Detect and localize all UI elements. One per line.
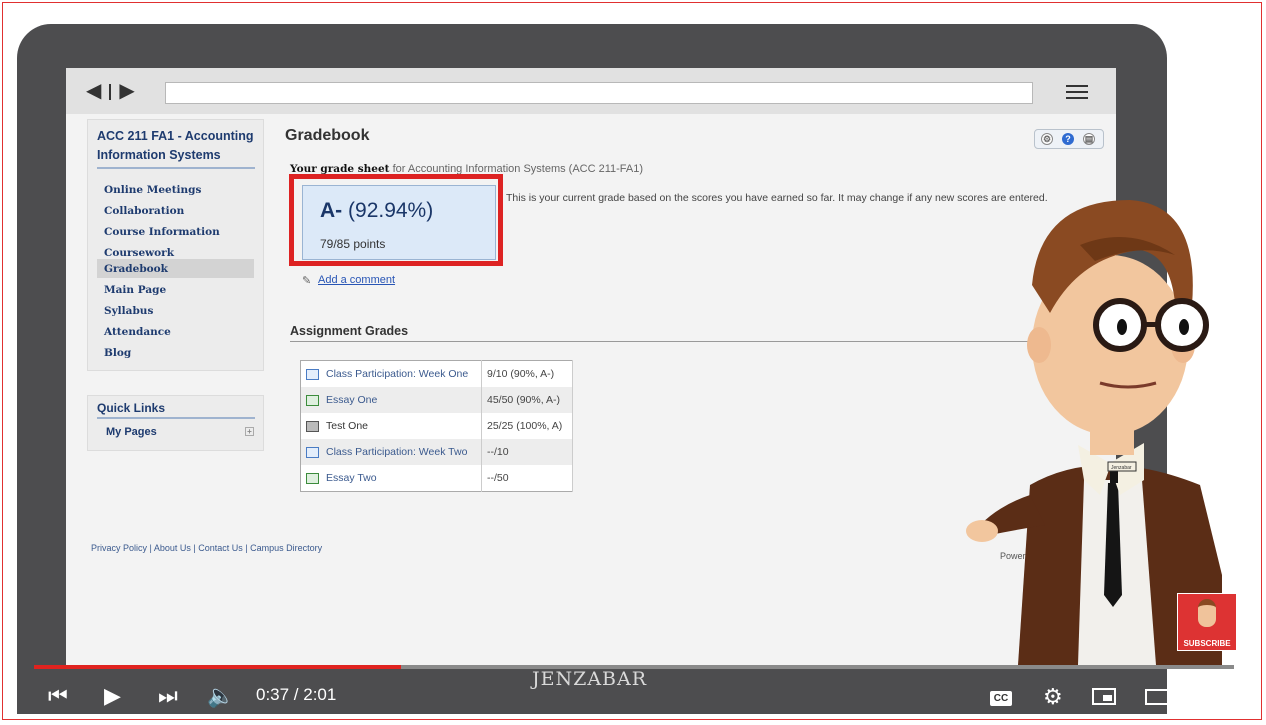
sidebar-item-syllabus[interactable]: Syllabus xyxy=(97,301,254,320)
settings-gear-icon[interactable]: ⚙ xyxy=(1043,684,1063,710)
assignment-score: --/50 xyxy=(481,465,573,492)
gear-icon[interactable]: ⚙ xyxy=(1041,133,1053,145)
captions-icon[interactable]: CC xyxy=(990,691,1012,706)
table-row[interactable]: Test One 25/25 (100%, A) xyxy=(300,413,573,439)
assignment-name[interactable]: Class Participation: Week One xyxy=(326,368,468,380)
quick-link-label[interactable]: My Pages xyxy=(106,426,157,438)
sidebar-item-coursework[interactable]: Coursework xyxy=(97,243,254,259)
assignment-score: --/10 xyxy=(481,439,573,465)
browser-nav: ◀ ▶ xyxy=(86,81,135,101)
theater-mode-icon[interactable] xyxy=(1145,689,1171,705)
document-icon xyxy=(306,472,319,484)
browser-toolbar: ◀ ▶ xyxy=(66,68,1116,114)
quick-link-my-pages[interactable]: My Pages + xyxy=(106,426,254,438)
assignment-name-cell[interactable]: Essay Two xyxy=(300,465,482,492)
table-row[interactable]: Class Participation: Week One 9/10 (90%,… xyxy=(300,360,573,387)
assignment-name[interactable]: Class Participation: Week Two xyxy=(326,446,467,458)
play-icon[interactable]: ▶ xyxy=(104,684,121,708)
assignment-name-cell[interactable]: Class Participation: Week Two xyxy=(300,439,482,465)
add-comment-link[interactable]: Add a comment xyxy=(318,274,395,286)
print-icon[interactable]: ▤ xyxy=(1083,133,1095,145)
previous-icon[interactable]: ⏮ xyxy=(48,684,68,708)
assignment-name[interactable]: Test One xyxy=(326,420,368,432)
quick-links-title: Quick Links xyxy=(97,401,255,419)
expand-icon[interactable]: + xyxy=(245,427,254,436)
assignment-grades-title: Assignment Grades xyxy=(290,324,409,338)
help-icon[interactable]: ? xyxy=(1062,133,1074,145)
sidebar-item-gradebook[interactable]: Gradebook xyxy=(97,259,254,278)
miniplayer-icon[interactable] xyxy=(1092,688,1116,705)
page-title: Gradebook xyxy=(285,127,370,144)
assignment-score: 45/50 (90%, A-) xyxy=(481,387,573,413)
triangle-right-icon[interactable]: ▶ xyxy=(119,81,134,101)
table-row[interactable]: Essay One 45/50 (90%, A-) xyxy=(300,387,573,413)
forum-icon xyxy=(306,368,319,380)
page-tools: ⚙ ? ▤ xyxy=(1034,129,1104,149)
assignment-name-cell[interactable]: Essay One xyxy=(300,387,482,413)
comment-icon[interactable]: ✎ xyxy=(302,274,311,287)
footer-links[interactable]: Privacy Policy | About Us | Contact Us |… xyxy=(91,543,322,553)
time-display: 0:37 / 2:01 xyxy=(256,685,337,704)
laptop-screen: ◀ ▶ ACC 211 FA1 - Accounting Information … xyxy=(66,68,1116,668)
jenzabar-logo: JENZABAR xyxy=(532,668,648,690)
assignment-score: 25/25 (100%, A) xyxy=(481,413,573,439)
table-row[interactable]: Class Participation: Week Two --/10 xyxy=(300,439,573,465)
channel-avatar xyxy=(1198,599,1216,627)
assignment-grades-table: Class Participation: Week One 9/10 (90%,… xyxy=(300,360,573,492)
subscribe-button[interactable]: SUBSCRIBE xyxy=(1177,593,1237,651)
video-progress-played xyxy=(34,665,402,669)
table-row[interactable]: Essay Two --/50 xyxy=(300,465,573,492)
name-badge: Jenzabar xyxy=(1111,465,1132,471)
forum-icon xyxy=(306,446,319,458)
document-icon xyxy=(306,394,319,406)
course-sidebar: ACC 211 FA1 - Accounting Information Sys… xyxy=(87,119,264,371)
sidebar-item-main-page[interactable]: Main Page xyxy=(97,280,254,299)
assignment-name-cell[interactable]: Test One xyxy=(300,413,482,439)
sidebar-item-blog[interactable]: Blog xyxy=(97,343,254,362)
sidebar-item-online-meetings[interactable]: Online Meetings xyxy=(97,180,254,199)
course-title[interactable]: ACC 211 FA1 - Accounting Information Sys… xyxy=(97,127,255,169)
assignment-name-cell[interactable]: Class Participation: Week One xyxy=(300,360,482,387)
lms-page: ACC 211 FA1 - Accounting Information Sys… xyxy=(66,114,1116,668)
test-icon xyxy=(306,420,319,432)
assignment-score: 9/10 (90%, A-) xyxy=(481,360,573,387)
sidebar-item-course-information[interactable]: Course Information xyxy=(97,222,254,241)
url-bar[interactable] xyxy=(165,82,1033,104)
nav-separator xyxy=(109,83,112,100)
volume-icon[interactable]: 🔈 xyxy=(207,684,234,708)
video-controls: ⏮ ▶ ⏭ 🔈 0:37 / 2:01 JENZABAR CC ⚙ xyxy=(0,668,1266,725)
assignment-name[interactable]: Essay Two xyxy=(326,472,377,484)
triangle-left-icon[interactable]: ◀ xyxy=(86,81,101,101)
next-icon[interactable]: ⏭ xyxy=(158,684,178,708)
assignment-name[interactable]: Essay One xyxy=(326,394,377,406)
subscribe-label[interactable]: SUBSCRIBE xyxy=(1178,639,1236,648)
hamburger-icon[interactable] xyxy=(1066,85,1088,103)
fullscreen-icon[interactable] xyxy=(1199,688,1220,706)
highlight-frame xyxy=(289,174,503,266)
sidebar-item-collaboration[interactable]: Collaboration xyxy=(97,201,254,220)
sidebar-item-attendance[interactable]: Attendance xyxy=(97,322,254,341)
quick-links-box: Quick Links My Pages + xyxy=(87,395,264,451)
